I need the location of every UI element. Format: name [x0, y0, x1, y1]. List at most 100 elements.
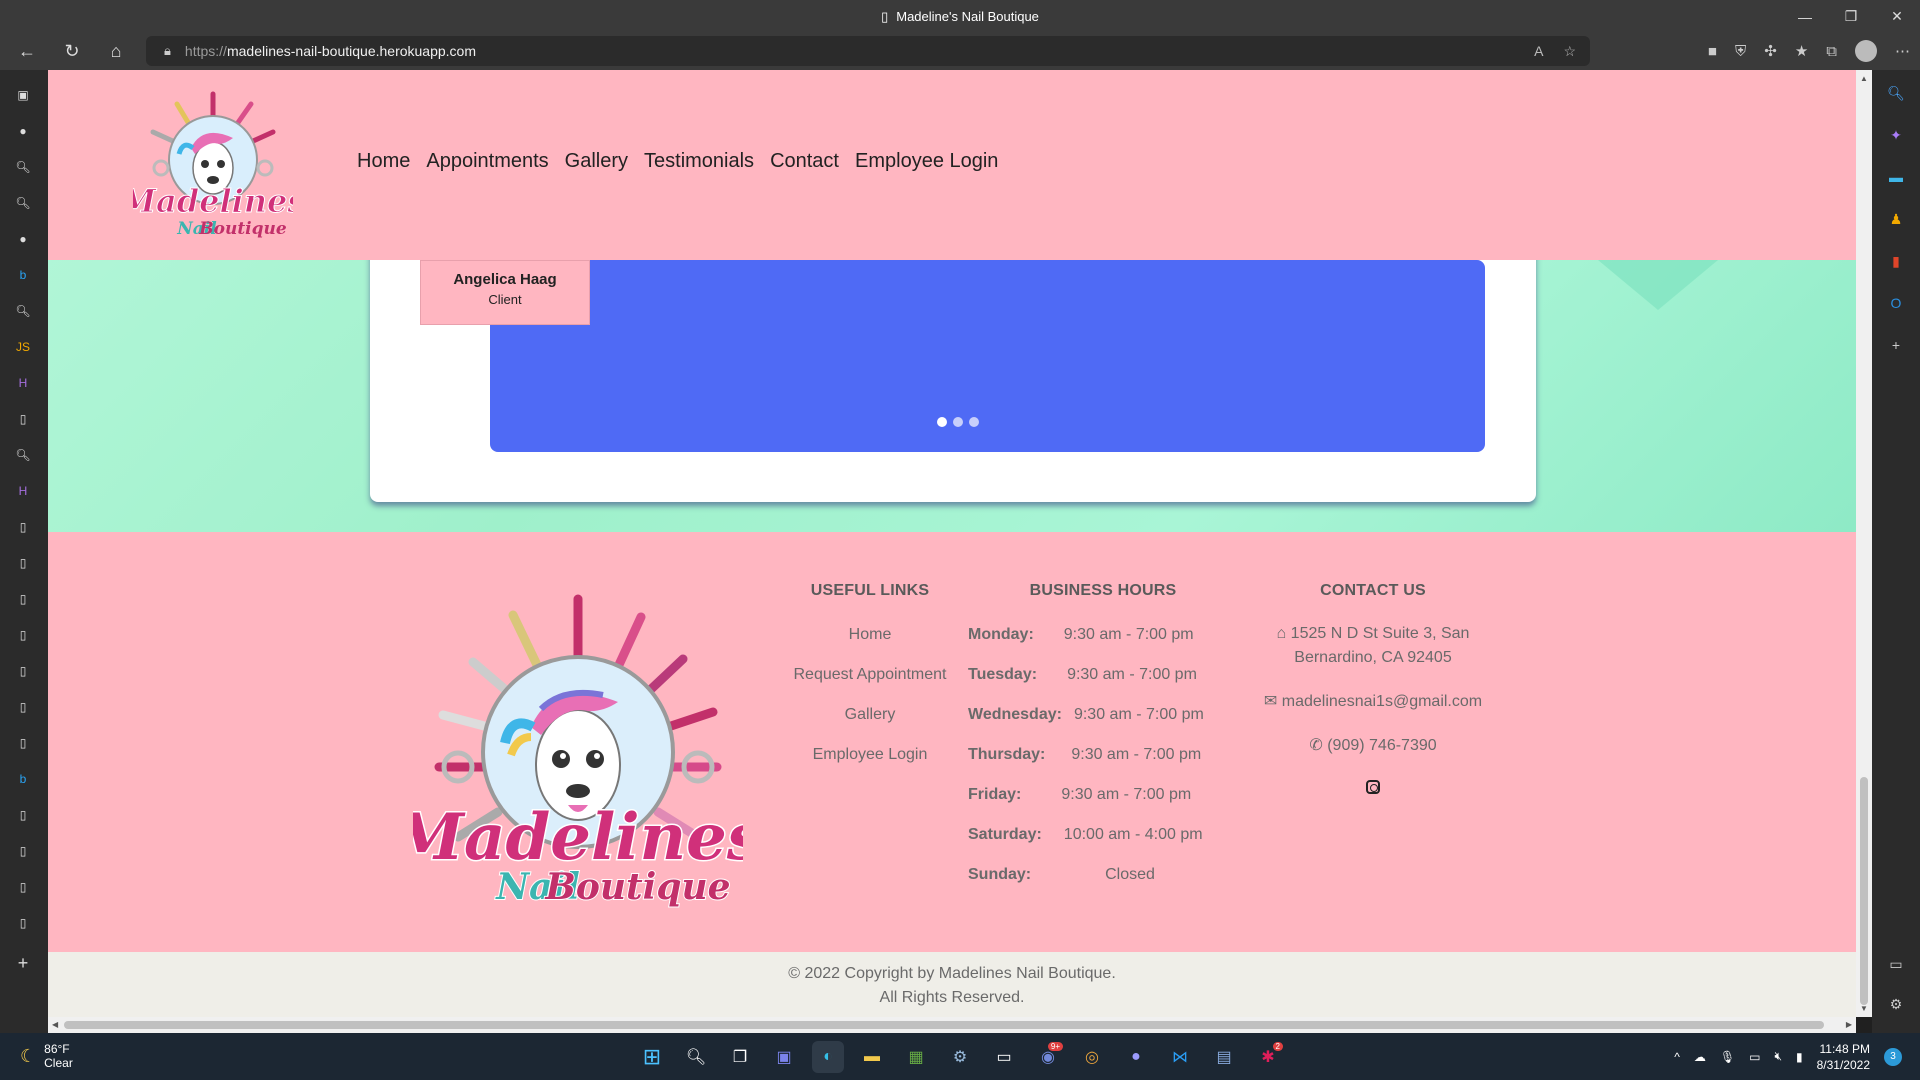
restore-button[interactable]: ❐ — [1828, 0, 1874, 33]
close-button[interactable]: ✕ — [1874, 0, 1920, 33]
madelines-logo-icon[interactable]: Madelines Nail Boutique — [133, 88, 293, 248]
chevron-up-icon[interactable]: ^ — [1674, 1050, 1680, 1064]
vertical-scroll-thumb[interactable] — [1860, 777, 1868, 1005]
office-icon[interactable]: ▮ — [1887, 252, 1905, 270]
hide-sidebar-icon[interactable]: ▭ — [1887, 955, 1905, 973]
outlook-icon[interactable]: O — [1887, 294, 1905, 312]
chrome-icon[interactable]: ◎ — [1076, 1041, 1108, 1073]
minecraft-icon[interactable]: ▦ — [900, 1041, 932, 1073]
settings-gear-icon[interactable]: ⚙ — [1887, 995, 1905, 1013]
add-favorite-icon[interactable]: ☆ — [1563, 43, 1576, 60]
page-tab-icon[interactable]: ▯ — [14, 554, 32, 572]
home-button[interactable]: ⌂ — [101, 36, 131, 66]
search-tab-icon[interactable]: 🔍︎ — [14, 302, 32, 320]
footer-link-home[interactable]: Home — [770, 626, 970, 644]
nav-contact[interactable]: Contact — [770, 150, 839, 173]
carousel-dot[interactable] — [953, 417, 963, 427]
search-tab-icon[interactable]: 🔍︎ — [14, 194, 32, 212]
page-tab-icon[interactable]: ▯ — [14, 842, 32, 860]
nav-testimonials[interactable]: Testimonials — [644, 150, 754, 173]
clock[interactable]: 11:48 PM 8/31/2022 — [1817, 1041, 1870, 1073]
discover-icon[interactable]: ✦ — [1887, 126, 1905, 144]
extension-icon[interactable]: ■ — [1708, 43, 1717, 60]
minimize-button[interactable]: — — [1782, 0, 1828, 33]
snipping-tool-icon[interactable]: ▤ — [1208, 1041, 1240, 1073]
windows-start-icon[interactable]: ⊞ — [636, 1041, 668, 1073]
page-tab-icon[interactable]: ▯ — [14, 590, 32, 608]
active-page-tab-icon[interactable]: ▯ — [14, 518, 32, 536]
testimonial-carousel[interactable] — [490, 260, 1485, 452]
tab-actions-icon[interactable]: ▣ — [14, 86, 32, 104]
carousel-dot[interactable] — [969, 417, 979, 427]
shopping-icon[interactable]: ▬ — [1887, 168, 1905, 186]
favorites-icon[interactable]: ★ — [1795, 42, 1808, 60]
tools-icon[interactable]: ♟ — [1887, 210, 1905, 228]
weather-widget[interactable]: ☾ 86°F Clear — [20, 1042, 73, 1070]
edge-browser-icon[interactable]: ◐ — [812, 1040, 844, 1073]
battery-icon[interactable]: ▮ — [1796, 1050, 1803, 1064]
footer-link-request-appointment[interactable]: Request Appointment — [770, 666, 970, 684]
obs-icon[interactable]: ● — [1120, 1041, 1152, 1073]
vscode-icon[interactable]: ⋈ — [1164, 1041, 1196, 1073]
github-tab-icon[interactable]: ● — [14, 230, 32, 248]
page-tab-icon[interactable]: ▯ — [14, 914, 32, 932]
horizontal-scroll-thumb[interactable] — [64, 1021, 1824, 1029]
heroku-tab-icon[interactable]: H — [14, 482, 32, 500]
teams-chat-icon[interactable]: ▣ — [768, 1041, 800, 1073]
shield-icon[interactable]: ⛨ — [1735, 43, 1746, 60]
file-explorer-icon[interactable]: ▬ — [856, 1041, 888, 1073]
scroll-down-arrow-icon[interactable]: ▼ — [1860, 1004, 1868, 1013]
profile-avatar[interactable] — [1855, 40, 1877, 62]
page-tab-icon[interactable]: ▯ — [14, 662, 32, 680]
back-button[interactable]: ← — [12, 36, 42, 66]
discord-icon[interactable]: ◉ 9+ — [1032, 1041, 1064, 1073]
search-tab-icon[interactable]: 🔍︎ — [14, 158, 32, 176]
notification-count[interactable]: 3 — [1884, 1047, 1902, 1066]
slack-icon[interactable]: ✱ 2 — [1252, 1041, 1284, 1073]
page-tab-icon[interactable]: ▯ — [14, 878, 32, 896]
email-address[interactable]: madelinesnai1s@gmail.com — [1282, 693, 1482, 710]
bing-tab-icon[interactable]: b — [14, 266, 32, 284]
page-tab-icon[interactable]: ▯ — [14, 410, 32, 428]
footer-link-gallery[interactable]: Gallery — [770, 706, 970, 724]
search-tab-icon[interactable]: 🔍︎ — [14, 446, 32, 464]
nav-employee-login[interactable]: Employee Login — [855, 150, 998, 173]
search-icon[interactable]: 🔍︎ — [1887, 84, 1905, 102]
page-tab-icon[interactable]: ▯ — [14, 626, 32, 644]
collections-icon[interactable]: ⧉ — [1826, 43, 1837, 60]
network-icon[interactable]: ▭ — [1749, 1050, 1760, 1064]
search-icon[interactable]: 🔍︎ — [680, 1041, 712, 1073]
page-tab-icon[interactable]: ▯ — [14, 806, 32, 824]
task-view-icon[interactable]: ❐ — [724, 1041, 756, 1073]
add-sidebar-plus-icon[interactable]: + — [1887, 336, 1905, 354]
github-tab-icon[interactable]: ● — [14, 122, 32, 140]
new-tab-plus-icon[interactable]: + — [14, 953, 32, 973]
extensions-puzzle-icon[interactable]: ✣ — [1764, 42, 1777, 60]
vertical-scrollbar[interactable]: ▲ ▼ — [1856, 70, 1872, 1017]
nav-home[interactable]: Home — [357, 150, 410, 173]
nav-appointments[interactable]: Appointments — [426, 150, 548, 173]
read-aloud-icon[interactable]: A — [1534, 43, 1543, 59]
js-tab-icon[interactable]: JS — [14, 338, 32, 356]
more-menu-icon[interactable]: ⋯ — [1895, 42, 1910, 60]
bing-tab-icon[interactable]: b — [14, 770, 32, 788]
heroku-tab-icon[interactable]: H — [14, 374, 32, 392]
address-bar[interactable]: 🔒︎ https:// madelines-nail-boutique.hero… — [146, 36, 1590, 66]
volume-muted-icon[interactable]: 🔇︎ — [1774, 1049, 1782, 1064]
microphone-icon[interactable]: 🎙︎ — [1720, 1050, 1735, 1064]
onedrive-icon[interactable]: ☁ — [1694, 1050, 1706, 1064]
scroll-left-arrow-icon[interactable]: ◀ — [52, 1020, 58, 1029]
instagram-icon[interactable] — [1366, 780, 1380, 794]
horizontal-scrollbar[interactable]: ◀ ▶ — [48, 1017, 1856, 1033]
scroll-up-arrow-icon[interactable]: ▲ — [1860, 74, 1868, 83]
footer-link-employee-login[interactable]: Employee Login — [770, 746, 970, 764]
carousel-dot[interactable] — [937, 417, 947, 427]
scroll-right-arrow-icon[interactable]: ▶ — [1846, 1020, 1852, 1029]
page-tab-icon[interactable]: ▯ — [14, 698, 32, 716]
steam-icon[interactable]: ⚙ — [944, 1041, 976, 1073]
nav-gallery[interactable]: Gallery — [565, 150, 628, 173]
refresh-button[interactable]: ↻ — [57, 36, 87, 66]
phone-number[interactable]: (909) 746-7390 — [1327, 737, 1436, 754]
terminal-icon[interactable]: ▭ — [988, 1041, 1020, 1073]
page-tab-icon[interactable]: ▯ — [14, 734, 32, 752]
